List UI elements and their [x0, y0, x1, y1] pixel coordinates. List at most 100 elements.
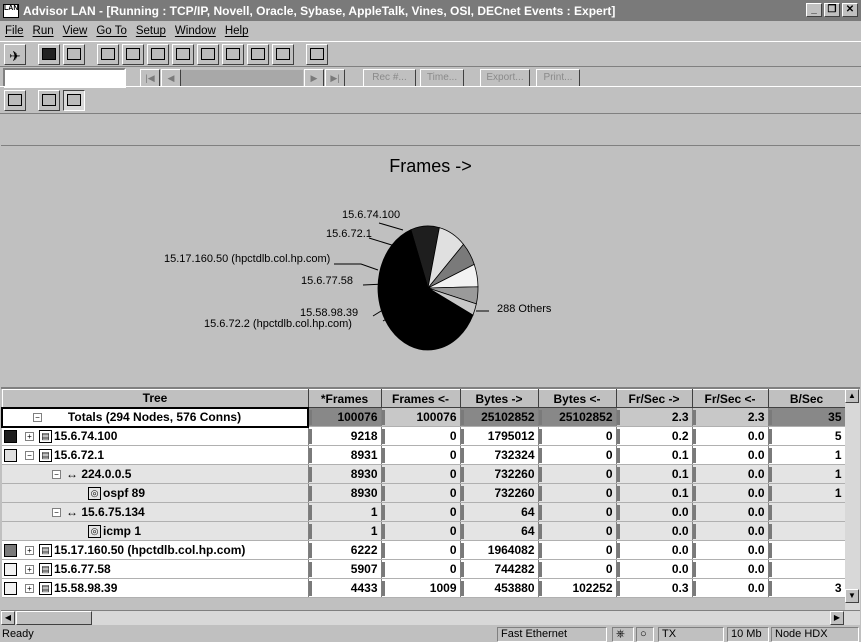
tree-label: ↔ 15.6.75.134 [66, 505, 145, 519]
expand-toggle-icon[interactable]: − [25, 451, 34, 461]
network-map-icon[interactable] [97, 43, 119, 65]
stop-icon[interactable] [38, 43, 60, 65]
value-cell: 744282 [460, 559, 539, 579]
tree-cell[interactable]: + ▤ 15.6.77.58 [2, 559, 309, 579]
tree-cell[interactable]: − Totals (294 Nodes, 576 Conns) [1, 406, 309, 428]
expand-toggle-icon[interactable]: + [25, 432, 34, 442]
menu-run[interactable]: Run [30, 25, 60, 37]
menu-setup[interactable]: Setup [133, 25, 172, 37]
table-row[interactable]: − Totals (294 Nodes, 576 Conns) 100076 1000… [1, 406, 846, 428]
menu-goto[interactable]: Go To [93, 25, 132, 37]
value-cell: 0 [381, 426, 461, 446]
tree-label: 15.58.98.39 [54, 580, 118, 595]
cell-value: 64 [521, 505, 535, 519]
expand-toggle-icon[interactable]: + [25, 565, 34, 575]
table-row[interactable]: − ↔ 224.0.0.5 8930 0 732260 0 0.1 0.0 1 [2, 464, 846, 484]
bar-chart-icon[interactable] [247, 43, 269, 65]
value-bar [460, 448, 464, 463]
scroll-down-button[interactable]: ▼ [845, 589, 859, 603]
tree-cell[interactable]: − ↔ 15.6.75.134 [2, 502, 309, 522]
column-header-frames-in[interactable]: Frames <- [380, 389, 461, 408]
menu-help[interactable]: Help [222, 25, 255, 37]
value-cell: 0 [381, 559, 461, 579]
pointer-icon[interactable] [306, 43, 328, 65]
next-record-button[interactable]: ▶ [304, 69, 324, 87]
filter-icon[interactable] [197, 43, 219, 65]
column-header-frsec-out[interactable]: Fr/Sec -> [615, 389, 693, 408]
expand-toggle-icon[interactable]: − [52, 508, 61, 518]
station-icon[interactable] [147, 43, 169, 65]
cell-value: 0.1 [671, 467, 689, 481]
tree-cell[interactable]: − ↔ 224.0.0.5 [2, 464, 309, 484]
capture-icon[interactable] [172, 43, 194, 65]
close-button[interactable]: ✕ [842, 3, 858, 17]
record-number-button[interactable]: Rec #... [363, 69, 416, 87]
expand-toggle-icon[interactable]: + [25, 546, 34, 556]
record-field[interactable] [3, 68, 126, 88]
table-row[interactable]: ◎ ospf 89 8930 0 732260 0 0.1 0.0 1 [2, 483, 846, 503]
protocol-icon[interactable] [122, 43, 144, 65]
expand-toggle-icon[interactable]: − [33, 412, 42, 422]
minimize-button[interactable]: _ [806, 3, 822, 17]
prev-record-button[interactable]: ◀ [161, 69, 181, 87]
scroll-thumb[interactable] [16, 611, 92, 625]
table-row[interactable]: + ▤ 15.17.160.50 (hpctdlb.col.hp.com) 6222 0… [2, 540, 846, 560]
pie-view-icon[interactable] [63, 89, 85, 111]
value-cell: 0 [538, 426, 617, 446]
value-bar [692, 486, 696, 501]
restore-button[interactable]: ❐ [824, 3, 840, 17]
table-row[interactable]: − ↔ 15.6.75.134 1 0 64 0 0.0 0.0 [2, 502, 846, 522]
menu-view[interactable]: View [60, 25, 94, 37]
tree-cell[interactable]: ◎ icmp 1 [2, 521, 309, 541]
value-bar [308, 486, 312, 501]
pause-icon[interactable] [63, 43, 85, 65]
table-view-icon[interactable] [38, 89, 60, 111]
first-record-button[interactable]: |◀ [140, 69, 160, 87]
vertical-scrollbar[interactable]: ▲ ▼ [845, 389, 860, 618]
column-header-bytes-in[interactable]: Bytes <- [537, 389, 617, 408]
table-row[interactable]: + ▤ 15.6.74.100 9218 0 1795012 0 0.2 0.0 5 [2, 426, 846, 446]
column-header-frames-out[interactable]: *Frames [307, 389, 382, 408]
tree-cell[interactable]: + ▤ 15.58.98.39 [2, 578, 309, 598]
column-header-frsec-in[interactable]: Fr/Sec <- [691, 389, 769, 408]
tree-label: 15.17.160.50 (hpctdlb.col.hp.com) [54, 542, 246, 557]
scroll-left-button[interactable]: ◀ [1, 611, 15, 625]
cell-value: 0 [449, 429, 457, 443]
value-bar [768, 543, 772, 558]
chart-pane: Frames -> 15.6.74.100 15.6.72.1 15.17.16… [1, 145, 860, 387]
column-header-tree[interactable]: Tree [1, 389, 309, 408]
cell-value: 0.2 [671, 429, 689, 443]
report-icon[interactable] [272, 43, 294, 65]
export-button[interactable]: Export... [480, 69, 530, 87]
scroll-right-button[interactable]: ▶ [830, 611, 844, 625]
value-bar [538, 448, 542, 463]
last-record-button[interactable]: ▶| [325, 69, 345, 87]
tree-cell[interactable]: ◎ ospf 89 [2, 483, 309, 503]
print-button[interactable]: Print... [536, 69, 580, 87]
title-bar[interactable]: LAN Advisor LAN - [Running : TCP/IP, Nov… [0, 0, 861, 21]
pause-view-icon[interactable] [4, 89, 26, 111]
table-row[interactable]: − ▤ 15.6.72.1 8931 0 732324 0 0.1 0.0 1 [2, 445, 846, 465]
runner-icon[interactable]: ✈ [4, 43, 26, 65]
time-button[interactable]: Time... [420, 69, 464, 87]
value-cell: 1964082 [460, 540, 539, 560]
scroll-up-button[interactable]: ▲ [845, 389, 859, 403]
tree-cell[interactable]: + ▤ 15.6.74.100 [2, 426, 309, 446]
menu-file[interactable]: File [2, 25, 30, 37]
tree-cell[interactable]: − ▤ 15.6.72.1 [2, 445, 309, 465]
expand-toggle-icon[interactable]: − [52, 470, 61, 480]
table-row[interactable]: + ▤ 15.58.98.39 4433 1009 453880 102252 0.3 0.0 3 [2, 578, 846, 598]
record-slider[interactable] [181, 70, 303, 86]
value-bar [616, 429, 620, 444]
table-row[interactable]: ◎ icmp 1 1 0 64 0 0.0 0.0 [2, 521, 846, 541]
column-header-bytes-out[interactable]: Bytes -> [459, 389, 539, 408]
value-bar [692, 410, 696, 425]
horizontal-scrollbar[interactable]: ◀ ▶ [1, 610, 860, 625]
statistics-icon[interactable] [222, 43, 244, 65]
value-cell: 5 [768, 426, 846, 446]
tree-cell[interactable]: + ▤ 15.17.160.50 (hpctdlb.col.hp.com) [2, 540, 309, 560]
table-row[interactable]: + ▤ 15.6.77.58 5907 0 744282 0 0.0 0.0 [2, 559, 846, 579]
menu-window[interactable]: Window [172, 25, 222, 37]
expand-toggle-icon[interactable]: + [25, 584, 34, 594]
column-header-bsec-out[interactable]: B/Sec [767, 389, 846, 408]
